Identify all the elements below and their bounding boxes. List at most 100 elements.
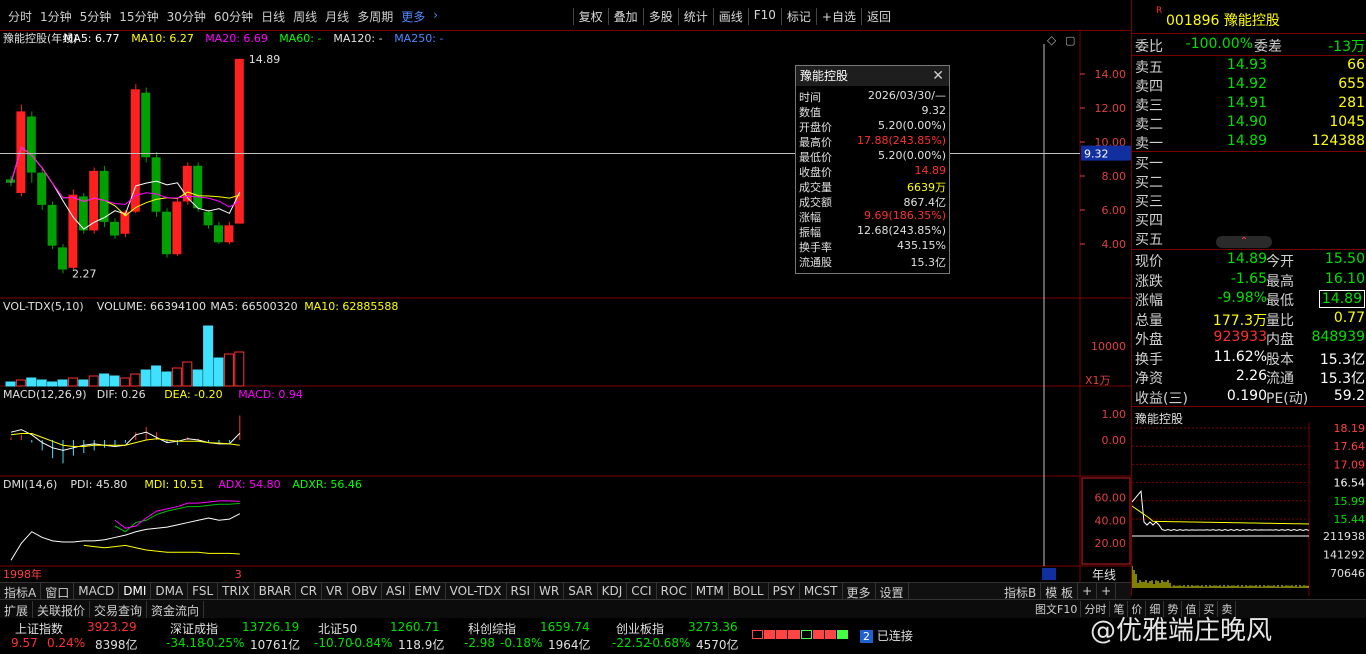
indicator-tab[interactable]: 更多 [843,583,876,600]
stat-value: 15.3亿 [1319,371,1365,387]
vol-unit-label: X1万 [1085,374,1111,387]
indicator-tab[interactable]: FSL [188,583,219,600]
period-bar: 分时 1分钟 5分钟 15分钟 30分钟 60分钟 日线 周线 月线 多周期 更多 › [4,8,442,25]
period-tab[interactable]: 多周期 [353,8,397,25]
indicator-tab[interactable]: MTM [692,583,729,600]
period-tab[interactable]: 分时 [4,8,36,25]
mini-vol-tick: 211938 [1323,530,1365,543]
popup-row-label: 最低价 [799,151,832,164]
bid-row[interactable]: 买四 [1132,210,1366,229]
indicator-tab[interactable]: BOLL [729,583,769,600]
view-tab[interactable]: 图文F10 [1032,601,1082,617]
indicator-tab[interactable]: MCST [800,583,843,600]
chevron-right-icon[interactable]: › [429,8,442,25]
mini-intraday-chart[interactable]: 18.19 17.64 17.09 16.54 15.99 15.44 211938 1412… [1132,422,1366,596]
period-tab[interactable]: 周线 [289,8,321,25]
stat-label: 涨幅 [1135,293,1163,309]
tool-button[interactable]: 画线 [712,8,748,25]
indicator-tab[interactable]: OBV [348,583,383,600]
mini-vol-tick: 141292 [1323,549,1365,562]
collapse-icon[interactable]: ▢ [1065,34,1075,47]
connection-status[interactable]: 2 已连接 [860,627,913,644]
dmi-mdi-label: MDI: 10.51 [144,478,204,491]
indicator-tab[interactable]: RSI [507,583,536,600]
indicator-tab[interactable]: DMA [151,583,189,600]
period-tab[interactable]: 60分钟 [210,8,257,25]
period-tab[interactable]: 月线 [321,8,353,25]
vol-ma5-label: MA5: 66500320 [210,300,297,313]
bid-row[interactable]: 买三 [1132,191,1366,210]
volume-bar [161,371,172,387]
candle-body [214,225,223,243]
ask-row[interactable]: 卖三 14.91 281 [1132,95,1366,114]
tool-button[interactable]: 返回 [860,8,896,25]
indicator-tab[interactable]: VR [322,583,348,600]
ask-row[interactable]: 卖二 14.90 1045 [1132,114,1366,133]
diamond-icon[interactable]: ◇ [1047,33,1057,47]
indicator-tab[interactable]: CCI [627,583,657,600]
tool-button[interactable]: 复权 [572,8,608,25]
ask-row[interactable]: 卖四 14.92 655 [1132,76,1366,95]
period-tab[interactable]: 15分钟 [115,8,162,25]
indicator-tab[interactable]: VOL-TDX [446,583,507,600]
ma120-label: MA120: - [333,32,382,45]
stock-name: 豫能控股 [1223,13,1280,29]
mini-y-tick: 15.99 [1334,495,1366,508]
tool-button[interactable]: 叠加 [607,8,643,25]
x-axis-end: 3 [235,568,242,581]
bid-row[interactable]: 买一 [1132,153,1366,172]
dmi-pdi-label: PDI: 45.80 [70,478,127,491]
bid-row[interactable]: 买二 [1132,172,1366,191]
expand-icon[interactable]: ⌃ [1216,236,1272,248]
period-tab[interactable]: 1分钟 [36,8,76,25]
index-amount: 118.9亿 [398,638,445,652]
tool-button[interactable]: 多股 [642,8,678,25]
index-value: 13726.19 [242,620,300,634]
indicator-tab[interactable]: 窗口 [41,583,75,600]
popup-row: 成交额 867.4亿 [796,194,949,209]
indicator-tab[interactable]: 指标A [0,583,42,600]
stat-row: 总量 177.3万 量比 0.77 [1132,310,1366,329]
indicator-tab[interactable]: CR [296,583,322,600]
period-tab[interactable]: 日线 [257,8,289,25]
ask-row[interactable]: 卖一 14.89 124388 [1132,133,1366,152]
ask-row[interactable]: 卖五 14.93 66 [1132,57,1366,76]
indicator-tab[interactable]: KDJ [598,583,628,600]
stat-row: 外盘 923933 内盘 848939 [1132,329,1366,348]
stat-label: 外盘 [1135,332,1163,348]
tool-button[interactable]: 统计 [677,8,713,25]
tool-button[interactable]: 标记 [780,8,816,25]
candle-body [47,204,57,246]
indicator-tab[interactable]: 设置 [876,583,909,600]
indicator-tab[interactable]: PSY [769,583,800,600]
ask-price: 14.91 [1226,95,1267,111]
close-icon[interactable]: ✕ [932,66,944,86]
indicator-tab[interactable]: EMV [410,583,446,600]
tool-button[interactable]: +自选 [815,8,861,25]
index-value: 3923.29 [87,620,137,634]
x-axis-period[interactable]: 年线 [1092,568,1116,582]
chart-area[interactable]: 14.0012.0010.008.006.004.0014.892.279.32… [0,30,1131,582]
indicator-tab[interactable]: ROC [657,583,692,600]
period-tab[interactable]: 5分钟 [76,8,116,25]
period-tab[interactable]: 30分钟 [163,8,210,25]
popup-row: 收盘价 14.89 [796,164,949,179]
macd-panel-title: MACD(12,26,9) [3,388,87,401]
more-periods-button[interactable]: 更多 [397,8,429,25]
popup-row: 开盘价 5.20(0.00%) [796,119,949,134]
indicator-tab[interactable]: SAR [564,583,598,600]
indicator-tab[interactable]: MACD [74,583,120,600]
indicator-tab[interactable]: WR [535,583,565,600]
index-amount: 10761亿 [250,638,301,652]
indicator-tab[interactable]: ASI [382,583,411,600]
vol-y-tick: 10000 [1091,340,1126,353]
popup-row-value: 14.89 [914,164,947,177]
popup-row-label: 流通股 [799,256,832,269]
indicator-tab[interactable]: DMI [119,583,152,600]
macd-dif-label: DIF: 0.26 [97,388,146,401]
candle-body [224,225,234,243]
indicator-tab[interactable]: BRAR [255,583,297,600]
tool-button[interactable]: F10 [747,8,781,25]
stat-value: 923933 [1213,329,1267,345]
indicator-tab[interactable]: TRIX [218,583,255,600]
